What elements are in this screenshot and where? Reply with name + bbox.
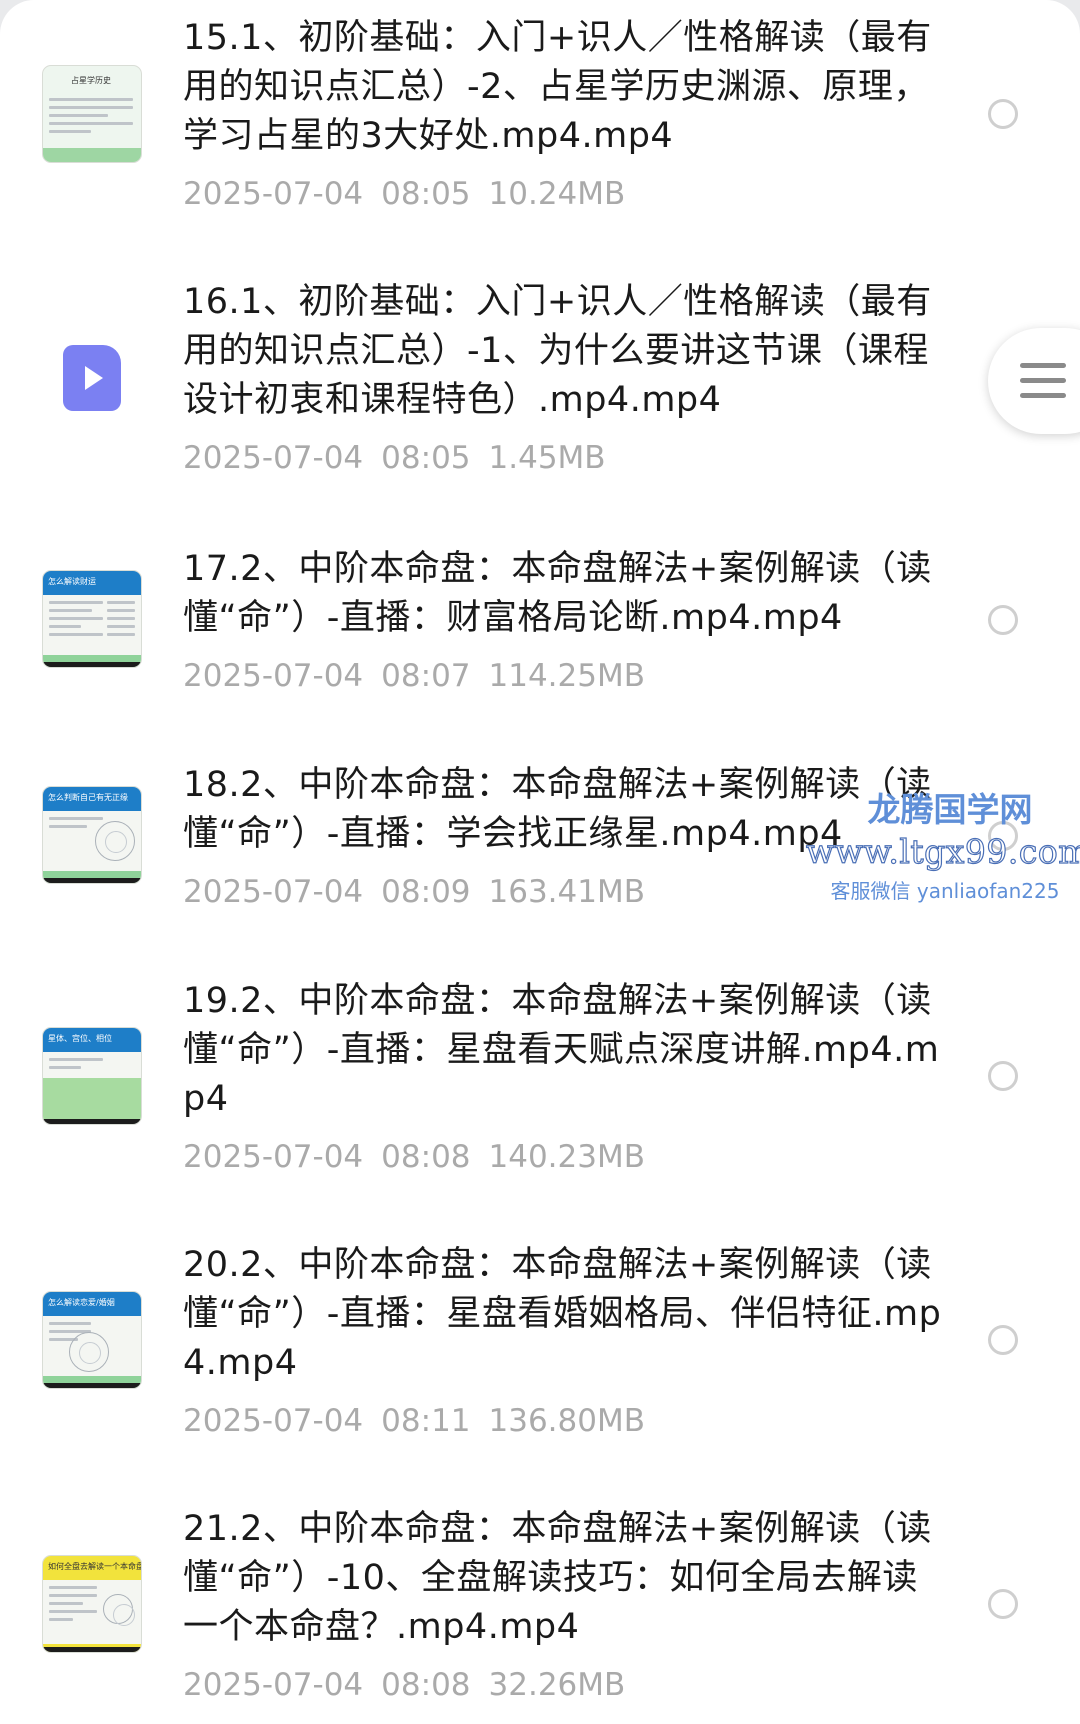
- list-item[interactable]: 怎么解读财运 17.2、中阶本命盘：本命盘解法+案例解读（读懂“命”）-直播：财…: [0, 524, 1080, 740]
- file-time: 08:08: [381, 1667, 471, 1703]
- thumbnail-caption: 占星学历史: [71, 76, 111, 85]
- file-date: 2025-07-04: [183, 1667, 364, 1703]
- file-meta: 2025-07-04 08:09 163.41MB: [183, 872, 645, 912]
- file-name: 18.2、中阶本命盘：本命盘解法+案例解读（读懂“命”）-直播：学会找正缘星.m…: [183, 765, 932, 854]
- file-meta: 2025-07-04 08:08 32.26MB: [183, 1665, 625, 1705]
- file-time: 08:05: [381, 440, 471, 476]
- file-name: 20.2、中阶本命盘：本命盘解法+案例解读（读懂“命”）-直播：星盘看婚姻格局、…: [183, 1245, 942, 1383]
- slide-thumbnail-icon: 占星学历史: [42, 65, 142, 163]
- thumbnail-caption: 如何全盘去解读一个本命盘: [48, 1562, 142, 1571]
- thumbnail-caption: 怎么解读财运: [48, 577, 96, 586]
- select-radio[interactable]: [988, 1325, 1018, 1355]
- file-date: 2025-07-04: [183, 1139, 364, 1175]
- file-meta: 2025-07-04 08:05 1.45MB: [183, 438, 606, 478]
- list-item[interactable]: 如何全盘去解读一个本命盘 21.2、中阶本命盘：本命盘解法+案例解读（读懂“命”…: [0, 1484, 1080, 1724]
- select-radio[interactable]: [988, 99, 1018, 129]
- file-size: 114.25MB: [488, 658, 645, 694]
- select-radio[interactable]: [988, 605, 1018, 635]
- file-name: 15.1、初阶基础：入门+识人／性格解读（最有用的知识点汇总）-2、占星学历史渊…: [183, 18, 932, 156]
- file-name: 17.2、中阶本命盘：本命盘解法+案例解读（读懂“命”）-直播：财富格局论断.m…: [183, 549, 932, 638]
- file-time: 08:07: [381, 658, 471, 694]
- file-date: 2025-07-04: [183, 874, 364, 910]
- file-date: 2025-07-04: [183, 1403, 364, 1439]
- video-file-icon: [63, 345, 121, 411]
- file-size: 1.45MB: [488, 440, 606, 476]
- file-time: 08:09: [381, 874, 471, 910]
- file-size: 136.80MB: [488, 1403, 645, 1439]
- list-item[interactable]: 怎么判断自己有无正缘 18.2、中阶本命盘：本命盘解法+案例解读（读懂“命”）-…: [0, 740, 1080, 956]
- thumbnail-caption: 怎么判断自己有无正缘: [48, 793, 128, 802]
- list-item[interactable]: 16.1、初阶基础：入门+识人／性格解读（最有用的知识点汇总）-1、为什么要讲这…: [0, 260, 1080, 524]
- file-size: 140.23MB: [488, 1139, 645, 1175]
- file-meta: 2025-07-04 08:05 10.24MB: [183, 174, 625, 214]
- list-item[interactable]: 怎么解读恋爱/婚姻 20.2、中阶本命盘：本命盘解法+案例解读（读懂“命”）-直…: [0, 1220, 1080, 1484]
- slide-thumbnail-icon: 如何全盘去解读一个本命盘: [42, 1555, 142, 1653]
- file-date: 2025-07-04: [183, 176, 364, 212]
- select-radio[interactable]: [988, 1061, 1018, 1091]
- file-date: 2025-07-04: [183, 440, 364, 476]
- file-name: 21.2、中阶本命盘：本命盘解法+案例解读（读懂“命”）-10、全盘解读技巧：如…: [183, 1509, 932, 1647]
- thumbnail-caption: 星体、宫位、相位: [48, 1034, 112, 1043]
- file-name: 19.2、中阶本命盘：本命盘解法+案例解读（读懂“命”）-直播：星盘看天赋点深度…: [183, 981, 940, 1119]
- file-time: 08:11: [381, 1403, 471, 1439]
- file-time: 08:05: [381, 176, 471, 212]
- thumbnail-caption: 怎么解读恋爱/婚姻: [48, 1298, 115, 1307]
- slide-thumbnail-icon: 星体、宫位、相位: [42, 1027, 142, 1125]
- file-meta: 2025-07-04 08:11 136.80MB: [183, 1401, 645, 1441]
- slide-thumbnail-icon: 怎么解读恋爱/婚姻: [42, 1291, 142, 1389]
- slide-thumbnail-icon: 怎么判断自己有无正缘: [42, 786, 142, 884]
- file-size: 163.41MB: [488, 874, 645, 910]
- file-date: 2025-07-04: [183, 658, 364, 694]
- select-radio[interactable]: [988, 1589, 1018, 1619]
- file-list-sheet: 占星学历史 15.1、初阶基础：入门+识人／性格解读（最有用的知识点汇总）-2、…: [0, 0, 1080, 1724]
- list-item[interactable]: 占星学历史 15.1、初阶基础：入门+识人／性格解读（最有用的知识点汇总）-2、…: [0, 0, 1080, 260]
- file-size: 32.26MB: [488, 1667, 626, 1703]
- file-size: 10.24MB: [488, 176, 626, 212]
- file-time: 08:08: [381, 1139, 471, 1175]
- file-meta: 2025-07-04 08:07 114.25MB: [183, 656, 645, 696]
- list-item[interactable]: 星体、宫位、相位 19.2、中阶本命盘：本命盘解法+案例解读（读懂“命”）-直播…: [0, 956, 1080, 1220]
- select-radio[interactable]: [988, 821, 1018, 851]
- slide-thumbnail-icon: 怎么解读财运: [42, 570, 142, 668]
- file-name: 16.1、初阶基础：入门+识人／性格解读（最有用的知识点汇总）-1、为什么要讲这…: [183, 282, 932, 420]
- file-meta: 2025-07-04 08:08 140.23MB: [183, 1137, 645, 1177]
